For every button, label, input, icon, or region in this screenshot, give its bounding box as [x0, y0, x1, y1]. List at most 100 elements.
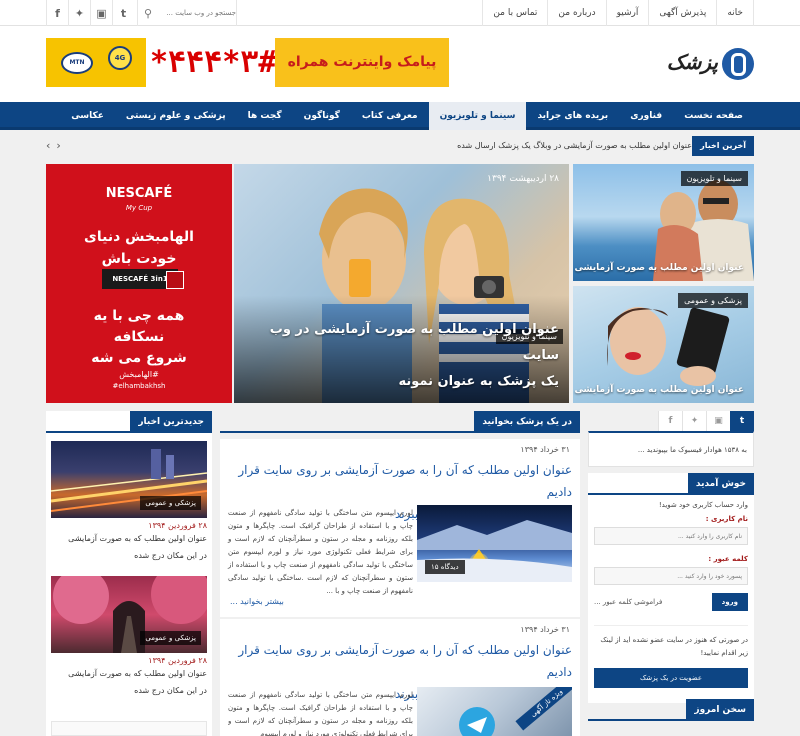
ad-line2c: شروع می شه — [91, 350, 187, 366]
read-section-header: در یک پزشک بخوانید — [220, 411, 580, 433]
featured-big-title-line2: یک پزشک به عنوان نمونه — [398, 374, 559, 389]
ad-hashtag-en: #elhambakhsh — [112, 382, 166, 390]
latest-item-1-title[interactable]: عنوان اولین مطلب که به صورت آزمایشی در ا… — [51, 530, 207, 564]
instagram-icon[interactable]: ▣ — [90, 0, 112, 26]
featured-top-title[interactable]: عنوان اولین مطلب به صورت آزمایشی — [574, 263, 744, 273]
search-box: ⚲ — [137, 0, 237, 26]
nav-misc[interactable]: گوناگون — [293, 102, 351, 130]
login-button[interactable]: ورود — [711, 593, 748, 611]
nav-technology[interactable]: فناوری — [619, 102, 673, 130]
post-1-image[interactable]: ۱۵ دیدگاه — [417, 505, 572, 582]
logo-mark — [722, 48, 754, 80]
featured-big-title[interactable]: عنوان اولین مطلب به صورت آزمایشی در وب س… — [239, 317, 559, 395]
post-1-date: ۳۱ خرداد ۱۳۹۴ — [520, 445, 570, 454]
top-nav-ads[interactable]: پذیرش آگهی — [648, 0, 716, 26]
ad-line1b: خودت باش — [101, 251, 177, 267]
latest-item-1-title-line2: در این مکان درج شده — [134, 551, 207, 560]
forgot-password-link[interactable]: فراموشی کلمه عبور ... — [594, 598, 662, 606]
ad-sub: My Cup — [125, 204, 153, 212]
sidebar-right: t ▣ ✦ f به ۱۵۳۸ هوادار فیسبوک ما بپیوندی… — [588, 411, 754, 736]
nav-home[interactable]: صفحه نخست — [673, 102, 754, 130]
latest-news: جدیدترین اخبار پزشکی و عمومی ۲۸ فروردین … — [46, 411, 212, 736]
ad-hashtag-fa: #الهامبخش — [119, 370, 159, 379]
post-2-date: ۳۱ خرداد ۱۳۹۴ — [520, 625, 570, 634]
top-nav-home[interactable]: خانه — [716, 0, 754, 26]
ad-line2b: نسکافه — [113, 329, 165, 345]
latest-item-2-title[interactable]: عنوان اولین مطلب که به صورت آزمایشی در ا… — [51, 665, 207, 699]
list-item[interactable]: پزشکی و عمومی ۲۸ فروردین ۱۳۹۴ عنوان اولی… — [51, 441, 207, 564]
banner-text: پیامک واینترنت همراه — [275, 38, 449, 87]
nav-cinema[interactable]: سینما و تلویزیون — [428, 102, 527, 130]
nav-medicine[interactable]: پزشکی و علوم زیستی — [115, 102, 237, 130]
register-button[interactable]: عضویت در یک پزشک — [594, 668, 748, 688]
featured-bottom[interactable]: پزشکی و عمومی عنوان اولین مطلب به صورت آ… — [573, 286, 754, 403]
top-nav: خانه پذیرش آگهی آرشیو درباره من تماس با … — [482, 0, 754, 26]
chevron-left-icon[interactable]: ‹ — [46, 139, 56, 152]
mtn-logo: MTN — [61, 52, 93, 74]
post-1-title-line1: عنوان اولین مطلب که آن را به صورت آزمایش… — [238, 463, 572, 499]
latest-item-2-image[interactable]: پزشکی و عمومی — [51, 576, 207, 653]
tumblr-icon[interactable]: t — [730, 411, 754, 431]
ticker-text[interactable]: عنوان اولین مطلب به صورت آزمایشی در وبلا… — [457, 136, 692, 156]
post-1-excerpt: لورم ایپسوم متن ساختگی با تولید سادگی نا… — [228, 509, 413, 595]
featured-top-category[interactable]: سینما و تلویزیون — [680, 171, 748, 186]
facebook-fans[interactable]: به ۱۵۳۸ هوادار فیسبوک ما بپیوندید ... — [588, 431, 754, 467]
post-2-excerpt: لورم ایپسوم متن ساختگی با تولید سادگی نا… — [228, 691, 413, 736]
login-intro: وارد حساب کاربری خود شوید! — [658, 501, 748, 509]
sidebar-social: t ▣ ✦ f — [588, 411, 754, 431]
latest-item-2-category[interactable]: پزشکی و عمومی — [140, 631, 201, 645]
list-item[interactable]: پزشکی و عمومی ۲۸ فروردین ۱۳۹۴ عنوان اولی… — [51, 576, 207, 699]
search-icon[interactable]: ⚲ — [138, 7, 158, 20]
post-2-title-line1: عنوان اولین مطلب که آن را به صورت آزمایش… — [238, 643, 572, 679]
nescafe-ad[interactable]: NESCAFÉ My Cup الهامبخش دنیای خودت باش NE… — [46, 164, 232, 403]
latest-item-1-category[interactable]: پزشکی و عمومی — [140, 496, 201, 510]
register-note: در صورتی که هنوز در سایت عضو نشده اید از… — [594, 625, 748, 660]
post-2-image[interactable]: ویژه تاز آگهی — [417, 687, 572, 736]
facebook-icon[interactable]: f — [46, 0, 68, 26]
quote-widget-title: سخن امروز — [686, 699, 754, 721]
twitter-icon[interactable]: ✦ — [68, 0, 90, 26]
ad-line2a: همه چی با یه — [93, 308, 185, 324]
latest-item-2-date: ۲۸ فروردین ۱۳۹۴ — [148, 656, 207, 665]
nav-books[interactable]: معرفی کتاب — [351, 102, 429, 130]
header-banner-ad[interactable]: MTN 4G *۴۴۴*۳# پیامک واینترنت همراه — [46, 38, 449, 87]
twitter-icon[interactable]: ✦ — [682, 411, 706, 431]
login-widget-title: خوش آمدید — [687, 473, 754, 495]
search-input[interactable] — [158, 9, 236, 17]
nav-press[interactable]: بریده های جراید — [526, 102, 619, 130]
ad-brand: NESCAFÉ — [105, 186, 173, 201]
username-field[interactable] — [594, 527, 748, 545]
logo-text: پزشک — [666, 50, 718, 74]
login-widget-header: خوش آمدید — [588, 473, 754, 495]
post-card: ۳۱ خرداد ۱۳۹۴ عنوان اولین مطلب که آن را … — [220, 439, 580, 617]
featured-top[interactable]: سینما و تلویزیون عنوان اولین مطلب به صور… — [573, 164, 754, 281]
top-nav-archive[interactable]: آرشیو — [605, 0, 649, 26]
featured-bottom-category[interactable]: پزشکی و عمومی — [678, 293, 748, 308]
ticker-arrows: ‹› — [46, 136, 67, 156]
featured-bottom-title[interactable]: عنوان اولین مطلب به صورت آزمایشی — [574, 385, 744, 395]
ad-product: NESCAFÉ 3in1 — [102, 269, 184, 289]
tumblr-icon[interactable]: t — [112, 0, 134, 26]
featured-big[interactable]: ۲۸ اردیبهشت ۱۳۹۴ سینما و تلویزیون عنوان … — [234, 164, 569, 403]
nav-gadgets[interactable]: گجت ها — [237, 102, 293, 130]
latest-item-2-title-line2: در این مکان درج شده — [134, 686, 207, 695]
read-section-title: در یک پزشک بخوانید — [474, 411, 580, 433]
facebook-icon[interactable]: f — [658, 411, 682, 431]
top-nav-contact[interactable]: تماس با من — [482, 0, 547, 26]
latest-item-1-title-line1: عنوان اولین مطلب که به صورت آزمایشی — [68, 534, 207, 543]
4g-badge: 4G — [108, 46, 132, 70]
latest-item-1-date: ۲۸ فروردین ۱۳۹۴ — [148, 521, 207, 530]
header: پزشک MTN 4G *۴۴۴*۳# پیامک واینترنت همراه — [0, 26, 800, 102]
latest-item-1-image[interactable]: پزشکی و عمومی — [51, 441, 207, 518]
quote-widget-header: سخن امروز — [588, 699, 754, 721]
post-1-comments[interactable]: ۱۵ دیدگاه — [425, 560, 465, 574]
site-logo[interactable]: پزشک — [648, 46, 754, 86]
post-1-read-more[interactable]: بیشتر بخوانید ... — [230, 597, 284, 606]
nav-photography[interactable]: عکاسی — [60, 102, 115, 130]
instagram-icon[interactable]: ▣ — [706, 411, 730, 431]
latest-news-header: جدیدترین اخبار — [46, 411, 212, 433]
top-nav-about[interactable]: درباره من — [547, 0, 605, 26]
password-field[interactable] — [594, 567, 748, 585]
chevron-right-icon[interactable]: › — [56, 139, 66, 152]
ad-line1: الهامبخش دنیای خودت باش — [46, 226, 232, 270]
